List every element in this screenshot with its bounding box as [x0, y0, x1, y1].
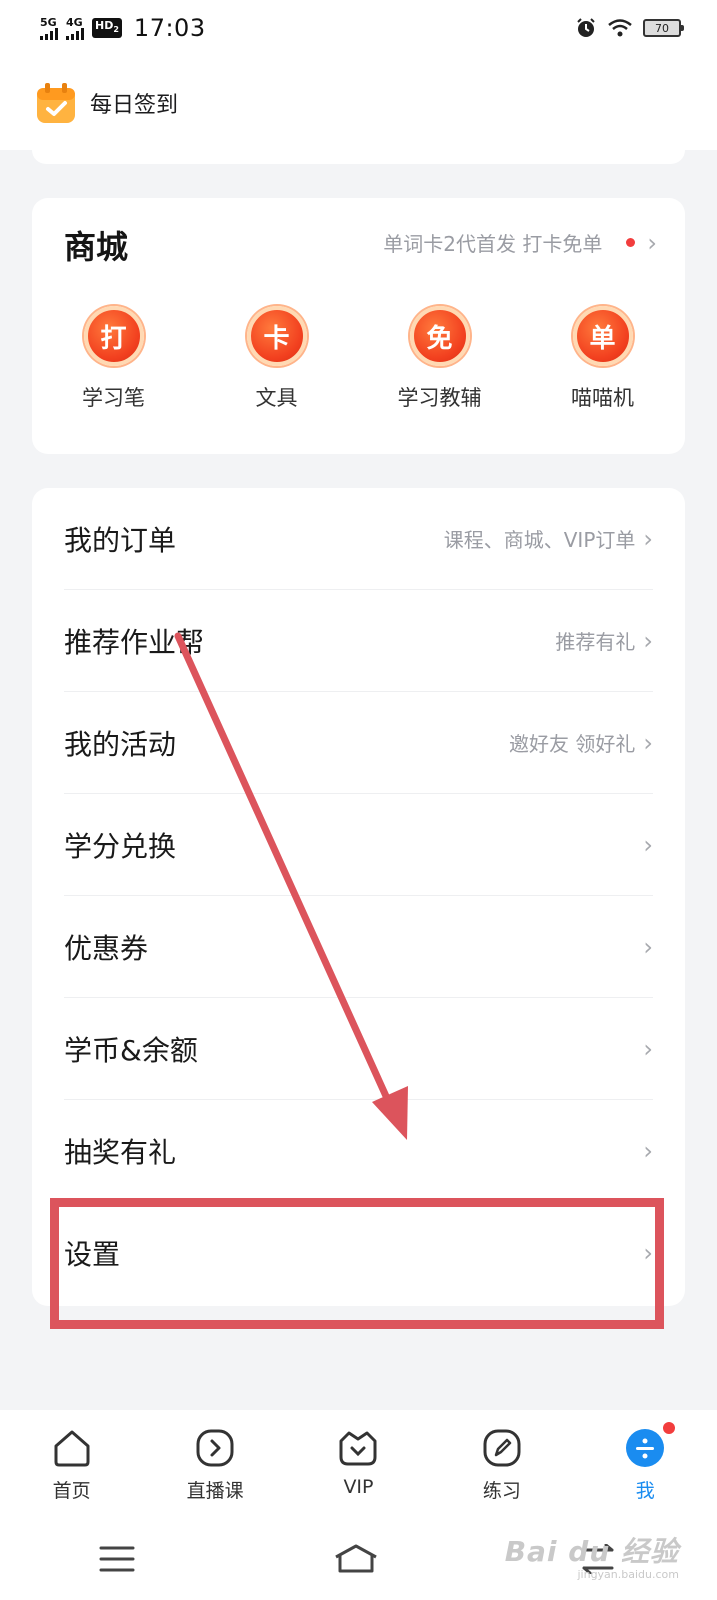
mall-title: 商城: [64, 228, 129, 266]
menu-item-subtitle: 邀好友 领好礼: [509, 732, 636, 756]
signal-4g-icon: 4G: [66, 17, 84, 40]
mall-item-label: 文具: [255, 386, 298, 410]
mall-item-pen[interactable]: 打 学习笔: [32, 306, 195, 412]
mall-item-icon: 单: [572, 306, 633, 366]
daily-signin-entry[interactable]: 每日签到: [0, 56, 717, 150]
chevron-right-icon: ›: [643, 830, 653, 859]
mall-item-label: 学习教辅: [397, 386, 482, 410]
menu-item-label: 设置: [64, 1238, 121, 1271]
chevron-right-icon: ›: [643, 1034, 653, 1063]
network-type-2: 4G: [66, 15, 83, 29]
baidu-jingyan-watermark: Bai du 经验 jingyan.baidu.com: [504, 1535, 679, 1581]
menu-item-coupons[interactable]: 优惠券 ›: [64, 896, 653, 998]
tab-label: VIP: [343, 1476, 374, 1498]
hd-voice-icon: HD2: [92, 17, 122, 39]
menu-item-coins-balance[interactable]: 学币&余额 ›: [64, 998, 653, 1100]
previous-card-edge: [32, 150, 685, 164]
tab-me[interactable]: 我: [585, 1422, 705, 1503]
signal-5g-icon: 5G: [40, 17, 58, 40]
menu-item-label: 抽奖有礼: [64, 1135, 177, 1169]
mall-item-icon: 打: [83, 306, 144, 366]
mall-item-icon: 卡: [246, 306, 307, 366]
menu-item-label: 我的活动: [64, 727, 177, 761]
notification-dot-badge: [663, 1422, 676, 1434]
mall-category-list: 打 学习笔 卡 文具 免 学习教辅 单 喵喵机: [32, 306, 685, 412]
bottom-tab-bar: 首页 直播课 VIP 练习 我: [0, 1410, 717, 1518]
mall-item-printer[interactable]: 单 喵喵机: [521, 306, 684, 412]
chevron-right-icon: ›: [643, 932, 653, 961]
wifi-icon: [608, 19, 632, 37]
profile-icon: [626, 1429, 665, 1467]
mall-item-study-guides[interactable]: 免 学习教辅: [358, 306, 521, 412]
network-type-1: 5G: [40, 15, 57, 29]
home-icon: [54, 1430, 90, 1467]
status-right: 70: [575, 17, 684, 39]
menu-icon[interactable]: [99, 1544, 135, 1574]
mall-item-label: 喵喵机: [571, 386, 634, 410]
menu-item-referral[interactable]: 推荐作业帮 推荐有礼 ›: [64, 590, 653, 692]
tab-live-class[interactable]: 直播课: [155, 1426, 275, 1503]
mall-promo-text: 单词卡2代首发 打卡免单: [383, 232, 603, 256]
mall-card: 商城 单词卡2代首发 打卡免单 › 打 学习笔 卡 文具 免 学习教辅 单 喵喵…: [32, 198, 685, 454]
menu-card: 我的订单 课程、商城、VIP订单 › 推荐作业帮 推荐有礼 › 我的活动 邀好友 领…: [32, 488, 685, 1306]
vip-crown-icon: [339, 1431, 377, 1466]
mall-promo-link[interactable]: 单词卡2代首发 打卡免单 ›: [383, 228, 657, 257]
status-bar: 5G 4G HD2 17:03 70: [0, 0, 717, 56]
tab-label: 首页: [52, 1480, 91, 1502]
tab-vip[interactable]: VIP: [298, 1426, 418, 1498]
chevron-right-icon: ›: [643, 524, 653, 553]
menu-item-label: 推荐作业帮: [64, 625, 205, 659]
battery-level: 70: [655, 21, 669, 35]
chevron-right-icon: ›: [643, 626, 653, 655]
chevron-right-icon: ›: [643, 1136, 653, 1165]
chevron-right-icon: ›: [643, 728, 653, 757]
play-circle-icon: [196, 1429, 234, 1467]
menu-item-orders[interactable]: 我的订单 课程、商城、VIP订单 ›: [64, 488, 653, 590]
new-dot-badge: [626, 238, 636, 247]
menu-item-activities[interactable]: 我的活动 邀好友 领好礼 ›: [64, 692, 653, 794]
battery-icon: 70: [643, 19, 684, 37]
menu-item-subtitle: 课程、商城、VIP订单: [443, 528, 636, 552]
home-nav-icon[interactable]: [332, 1543, 380, 1575]
tab-label: 我: [635, 1480, 655, 1502]
menu-item-subtitle: 推荐有礼: [555, 630, 636, 654]
mall-item-icon: 免: [409, 306, 470, 366]
chevron-right-icon: ›: [647, 228, 657, 257]
status-left: 5G 4G HD2 17:03: [40, 14, 206, 42]
clock: 17:03: [133, 14, 206, 42]
menu-item-label: 学分兑换: [64, 829, 177, 863]
signin-label: 每日签到: [90, 93, 179, 118]
menu-item-label: 我的订单: [64, 523, 177, 557]
mall-item-label: 学习笔: [82, 386, 145, 410]
tab-label: 练习: [482, 1480, 521, 1502]
menu-item-label: 优惠券: [64, 931, 149, 965]
mall-item-stationery[interactable]: 卡 文具: [195, 306, 358, 412]
calendar-check-icon: [37, 83, 75, 123]
tab-label: 直播课: [186, 1480, 244, 1502]
menu-item-credit-exchange[interactable]: 学分兑换 ›: [64, 794, 653, 896]
chevron-right-icon: ›: [643, 1239, 653, 1267]
pen-icon: [483, 1429, 521, 1467]
alarm-icon: [577, 18, 595, 37]
menu-item-label: 学币&余额: [64, 1033, 198, 1067]
menu-item-lottery[interactable]: 抽奖有礼 ›: [64, 1100, 653, 1202]
tab-practice[interactable]: 练习: [442, 1426, 562, 1503]
menu-item-settings[interactable]: 设置 ›: [64, 1202, 653, 1304]
tab-home[interactable]: 首页: [12, 1426, 132, 1503]
